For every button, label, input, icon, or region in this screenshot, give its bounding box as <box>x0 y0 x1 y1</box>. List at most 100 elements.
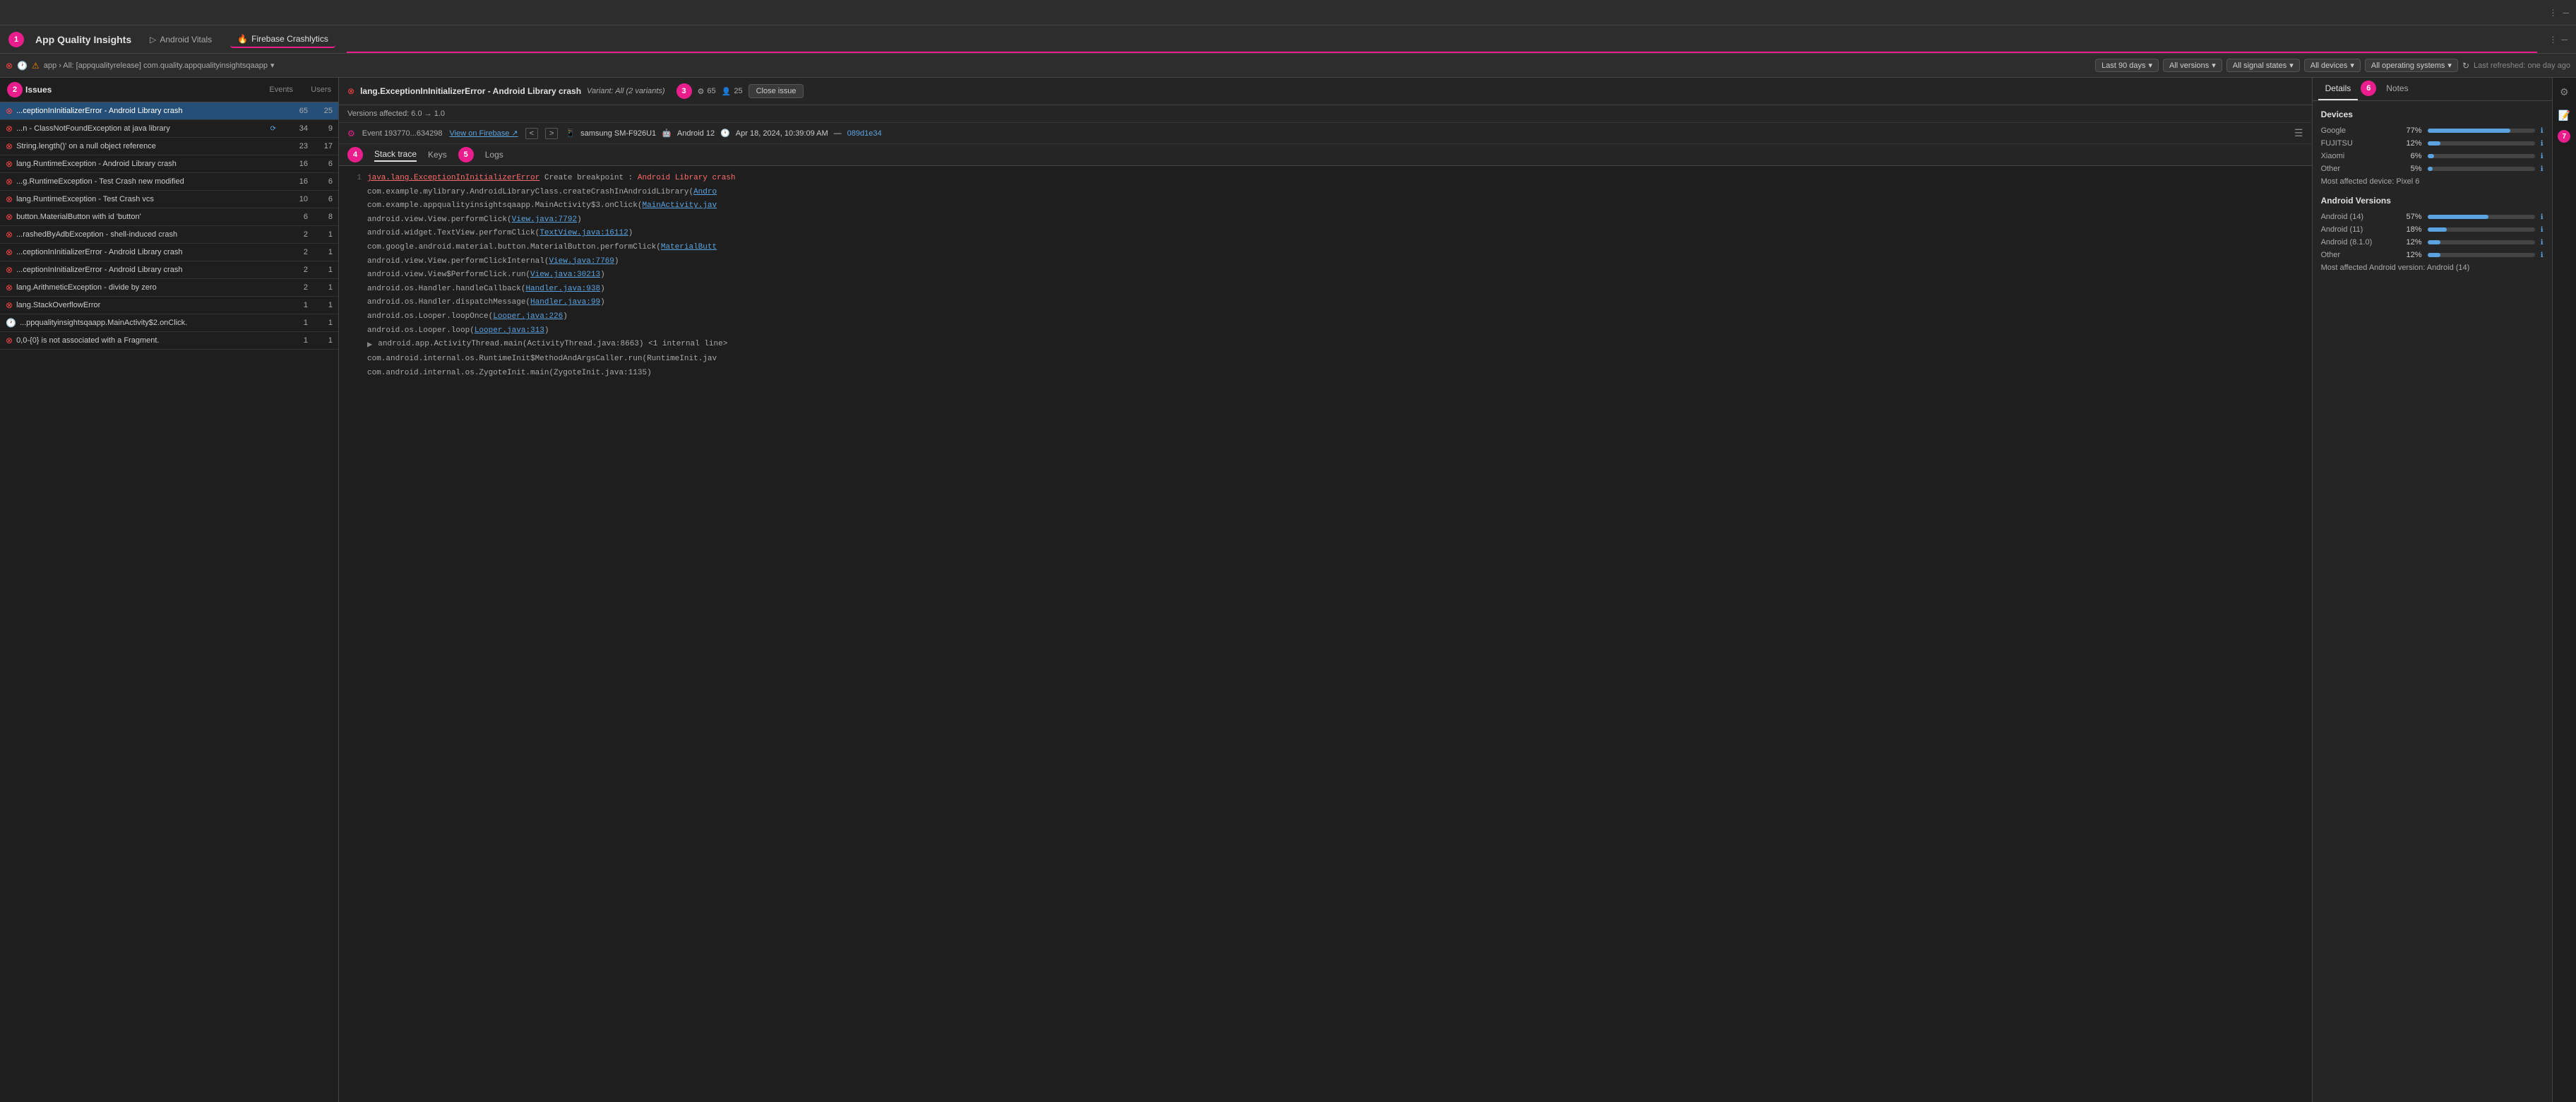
filter-os[interactable]: All operating systems ▾ <box>2365 59 2458 72</box>
error-icon: ⊗ <box>6 300 13 310</box>
issue-name: button.MaterialButton with id 'button' <box>16 213 276 221</box>
issue-events: 65 <box>280 107 308 115</box>
stack-link[interactable]: MaterialButt <box>661 243 717 251</box>
breadcrumb-chevron[interactable]: ▾ <box>270 61 275 70</box>
issues-panel: 2 Issues Events Users ⊗ ...ceptionInInit… <box>0 78 339 1102</box>
stack-line: android.view.View$PerformClick.run(View.… <box>339 268 2312 283</box>
expand-icon[interactable]: ▶ <box>367 338 372 352</box>
tab-notes[interactable]: Notes <box>2379 78 2415 100</box>
tab-stack-trace[interactable]: Stack trace <box>374 148 417 162</box>
info-icon[interactable]: ℹ <box>2541 226 2544 234</box>
device-name-label: FUJITSU <box>2321 139 2392 148</box>
line-number <box>347 227 362 240</box>
info-icon[interactable]: ℹ <box>2541 239 2544 247</box>
breadcrumb-text: app › All: [appqualityrelease] com.quali… <box>44 61 268 70</box>
list-item[interactable]: ⊗ ...rashedByAdbException - shell-induce… <box>0 226 338 244</box>
stack-line: android.view.View.performClickInternal(V… <box>339 255 2312 269</box>
list-item[interactable]: ⊗ button.MaterialButton with id 'button'… <box>0 208 338 226</box>
line-number <box>347 338 362 352</box>
stack-link[interactable]: Looper.java:226 <box>493 312 563 321</box>
variant-badge: Variant: All (2 variants) <box>587 87 664 95</box>
list-item[interactable]: ⊗ lang.ArithmeticException - divide by z… <box>0 279 338 297</box>
minimize-icon[interactable]: ─ <box>2563 8 2569 18</box>
filter-options-icon[interactable]: ☰ <box>2294 127 2303 139</box>
info-icon[interactable]: ℹ <box>2541 213 2544 221</box>
prev-event-button[interactable]: < <box>525 128 538 139</box>
info-icon[interactable]: ℹ <box>2541 251 2544 259</box>
stack-text: com.example.appqualityinsightsqaapp.Main… <box>367 200 2303 213</box>
info-icon[interactable]: ℹ <box>2541 153 2544 160</box>
info-icon[interactable]: ℹ <box>2541 140 2544 148</box>
more-options-icon[interactable]: ⋮ <box>2548 35 2557 45</box>
stack-link[interactable]: Handler.java:938 <box>525 285 600 293</box>
info-icon[interactable]: ℹ <box>2541 165 2544 173</box>
list-item[interactable]: ⊗ lang.RuntimeException - Test Crash vcs… <box>0 191 338 208</box>
sync-icon: ⟳ <box>270 125 276 133</box>
exception-link[interactable]: java.lang.ExceptionInInitializerError <box>367 174 539 182</box>
firebase-event-icon: ⚙ <box>347 129 355 138</box>
list-item[interactable]: ⊗ ...g.RuntimeException - Test Crash new… <box>0 173 338 191</box>
close-panel-icon[interactable]: ─ <box>2561 35 2568 45</box>
list-item[interactable]: ⊗ ...n - ClassNotFoundException at java … <box>0 120 338 138</box>
device-bar-fill <box>2428 154 2434 158</box>
android-bar-fill <box>2428 227 2447 232</box>
line-number <box>347 186 362 199</box>
tab-details[interactable]: Details <box>2318 78 2359 100</box>
device-pct: 12% <box>2397 139 2422 148</box>
list-item[interactable]: ⊗ ...ceptionInInitializerError - Android… <box>0 102 338 120</box>
stack-link[interactable]: MainActivity.jav <box>642 201 717 210</box>
device-bar <box>2428 129 2535 133</box>
list-item[interactable]: ⊗ 0,0-{0} is not associated with a Fragm… <box>0 332 338 350</box>
android-version-label: Other <box>2321 251 2392 259</box>
settings-icon[interactable]: ⚙ <box>2557 83 2572 101</box>
device-name-label: Google <box>2321 126 2392 135</box>
warning-filter-icon[interactable]: ⚠ <box>32 61 40 71</box>
issue-events: 10 <box>280 195 308 203</box>
line-number <box>347 200 362 213</box>
stack-link[interactable]: Looper.java:313 <box>475 326 544 335</box>
list-item[interactable]: ⊗ ...ceptionInInitializerError - Android… <box>0 261 338 279</box>
stack-link[interactable]: View.java:7792 <box>512 215 577 224</box>
tab-logs[interactable]: Logs <box>485 148 503 161</box>
stack-link[interactable]: Andro <box>693 188 717 196</box>
android-stat-row: Android (8.1.0) 12% ℹ <box>2321 238 2544 247</box>
line-number <box>347 269 362 282</box>
android-stat-row: Android (14) 57% ℹ <box>2321 213 2544 221</box>
tab-android-vitals[interactable]: ▷ Android Vitals <box>143 32 219 47</box>
filter-signal[interactable]: All signal states ▾ <box>2226 59 2300 72</box>
clock-filter-icon[interactable]: 🕐 <box>17 61 28 71</box>
stack-link[interactable]: Handler.java:99 <box>530 298 600 307</box>
list-item[interactable]: 🕐 ...ppqualityinsightsqaapp.MainActivity… <box>0 314 338 332</box>
stack-line: android.os.Handler.handleCallback(Handle… <box>339 283 2312 297</box>
android-bar <box>2428 227 2535 232</box>
toolbar: ⊗ 🕐 ⚠ app › All: [appqualityrelease] com… <box>0 54 2576 78</box>
refresh-icon[interactable]: ↻ <box>2462 61 2469 71</box>
list-item[interactable]: ⊗ lang.StackOverflowError 1 1 <box>0 297 338 314</box>
filter-devices[interactable]: All devices ▾ <box>2304 59 2361 72</box>
stack-link[interactable]: View.java:7769 <box>549 257 614 266</box>
view-firebase-link[interactable]: View on Firebase ↗ <box>450 129 518 138</box>
close-issue-button[interactable]: Close issue <box>749 84 804 98</box>
filter-days[interactable]: Last 90 days ▾ <box>2095 59 2159 72</box>
notes-icon[interactable]: 📝 <box>2556 107 2573 124</box>
most-affected-android: Most affected Android version: Android (… <box>2321 263 2544 272</box>
filter-versions[interactable]: All versions ▾ <box>2163 59 2222 72</box>
list-item[interactable]: ⊗ ...ceptionInInitializerError - Android… <box>0 244 338 261</box>
stack-link[interactable]: TextView.java:16112 <box>539 229 628 237</box>
tab-firebase-crashlytics[interactable]: 🔥 Firebase Crashlytics <box>230 31 335 48</box>
list-item[interactable]: ⊗ lang.RuntimeException - Android Librar… <box>0 155 338 173</box>
device-bar <box>2428 141 2535 146</box>
issue-name: ...n - ClassNotFoundException at java li… <box>16 124 266 133</box>
next-event-button[interactable]: > <box>545 128 558 139</box>
info-icon[interactable]: ℹ <box>2541 127 2544 135</box>
commit-hash: 089d1e34 <box>847 129 882 138</box>
stack-link[interactable]: View.java:30213 <box>530 271 600 279</box>
android-vitals-label: Android Vitals <box>160 35 212 45</box>
line-number: 1 <box>347 172 362 185</box>
issue-name: ...ceptionInInitializerError - Android L… <box>16 248 276 256</box>
more-icon[interactable]: ⋮ <box>2548 8 2557 18</box>
tab-keys[interactable]: Keys <box>428 148 447 161</box>
android-stat-row: Android (11) 18% ℹ <box>2321 225 2544 234</box>
list-item[interactable]: ⊗ String.length()' on a null object refe… <box>0 138 338 155</box>
error-filter-icon[interactable]: ⊗ <box>6 61 13 71</box>
